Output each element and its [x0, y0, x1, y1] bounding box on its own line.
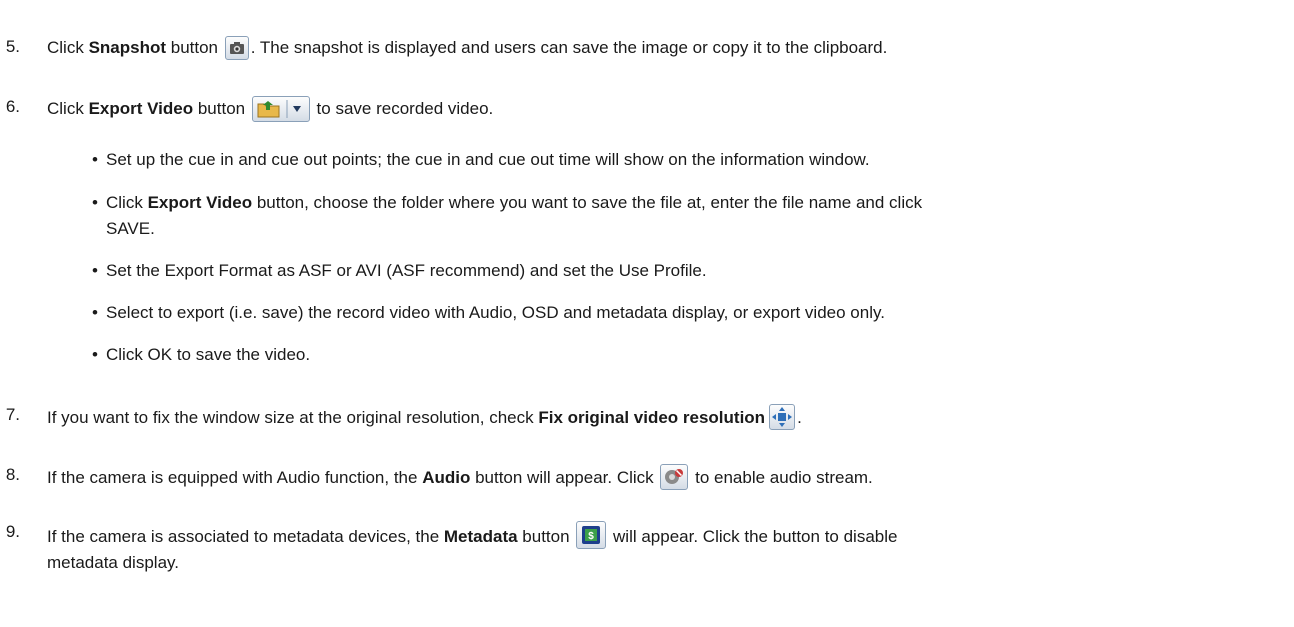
step-number: 9. [5, 522, 20, 541]
audio-icon[interactable] [660, 464, 689, 490]
audio-label: Audio [422, 468, 471, 487]
step-number: 8. [5, 465, 20, 484]
metadata-label: Metadata [443, 527, 518, 546]
bullet-icon: • [92, 303, 98, 322]
bullet-icon: • [92, 193, 98, 212]
metadata-icon[interactable]: $ [576, 521, 607, 549]
step-number: 7. [5, 405, 20, 424]
fix-resolution-icon[interactable] [769, 404, 796, 430]
fix-resolution-label: Fix original video resolution [538, 408, 766, 427]
step-number: 6. [5, 97, 20, 116]
export-folder-icon[interactable] [251, 96, 310, 122]
svg-text:$: $ [589, 531, 595, 542]
camera-icon[interactable] [224, 36, 249, 60]
export-video-label: Export Video [88, 99, 194, 118]
step-9-continuation: metadata display. [47, 553, 179, 572]
step-number: 5. [5, 37, 20, 56]
snapshot-label: Snapshot [88, 38, 167, 57]
bullet-icon: • [92, 261, 98, 280]
bullet-continuation: SAVE. [106, 219, 155, 238]
bullet-icon: • [92, 150, 98, 169]
bullet-icon: • [92, 345, 98, 364]
export-video-label: Export Video [147, 193, 253, 212]
